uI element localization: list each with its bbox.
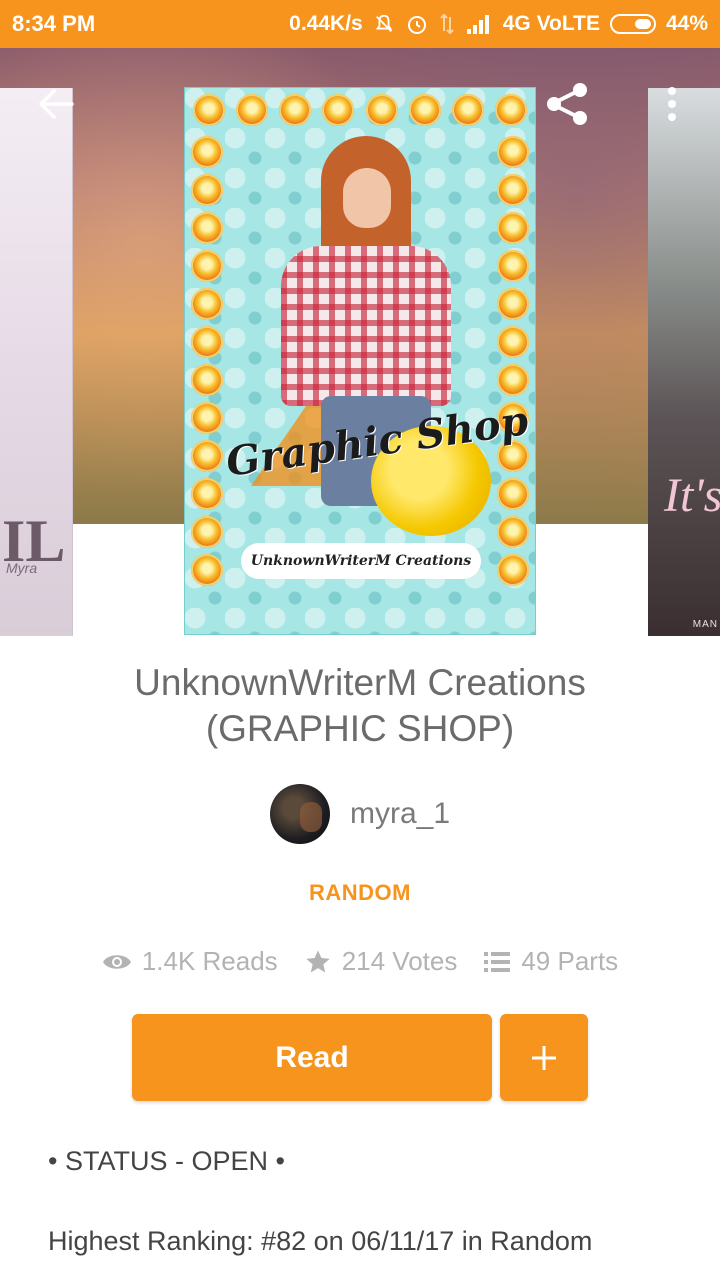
story-stats: 1.4K Reads 214 Votes 49 Parts (0, 946, 720, 977)
votes-count: 214 Votes (341, 946, 458, 976)
network-type: 4G VoLTE (502, 12, 600, 35)
cover-dots-left (191, 136, 223, 586)
description-status: • STATUS - OPEN • (48, 1146, 285, 1176)
data-transfer-icon (439, 13, 455, 35)
story-title: UnknownWriterM Creations (GRAPHIC SHOP) (134, 662, 586, 749)
previous-cover-text: IL (2, 508, 66, 574)
reads-stat: 1.4K Reads (102, 946, 278, 977)
votes-stat: 214 Votes (304, 946, 458, 977)
cover-dots-right (497, 136, 529, 586)
mute-icon (373, 13, 395, 35)
reads-count: 1.4K Reads (141, 946, 278, 976)
add-to-library-button[interactable] (500, 1014, 588, 1101)
plus-icon (532, 1045, 556, 1070)
network-speed: 0.44K/s (289, 12, 363, 35)
previous-story-cover[interactable]: Myra IL (0, 88, 73, 636)
parts-count: 49 Parts (521, 946, 619, 976)
more-options-button[interactable] (660, 84, 684, 124)
signal-icon (465, 13, 493, 35)
battery-icon (609, 14, 656, 34)
list-icon (483, 950, 511, 974)
parts-stat: 49 Parts (483, 946, 618, 977)
description-ranking: Highest Ranking: #82 on 06/11/17 in Rand… (48, 1226, 593, 1256)
read-button[interactable]: Read (132, 1014, 492, 1101)
cover-dots-top (193, 94, 527, 126)
back-button[interactable] (34, 86, 78, 122)
more-vert-icon (668, 87, 676, 121)
share-button[interactable] (542, 80, 594, 128)
next-story-cover[interactable]: It's MAN (648, 88, 720, 636)
alarm-icon (405, 12, 429, 36)
star-icon (304, 948, 332, 976)
share-icon (547, 83, 587, 125)
story-cover[interactable]: Graphic Shop UnknownWriterM Creations (184, 87, 536, 635)
author-name[interactable]: myra_1 (350, 797, 450, 831)
cover-subtitle: UnknownWriterM Creations (241, 543, 481, 579)
status-time: 8:34 PM (12, 11, 96, 36)
next-cover-text: It's (664, 469, 720, 522)
eye-icon (102, 951, 132, 973)
battery-percent: 44% (665, 12, 708, 35)
category-label[interactable]: RANDOM (0, 880, 720, 906)
status-bar: 8:34 PM 0.44K/s 4G VoLTE 44% (0, 0, 720, 48)
author-row[interactable]: myra_1 (0, 784, 720, 844)
status-icons: 0.44K/s 4G VoLTE 44% (289, 12, 708, 36)
avatar[interactable] (269, 784, 330, 844)
back-arrow-icon (39, 89, 74, 119)
next-cover-small-text: MAN (692, 619, 718, 630)
